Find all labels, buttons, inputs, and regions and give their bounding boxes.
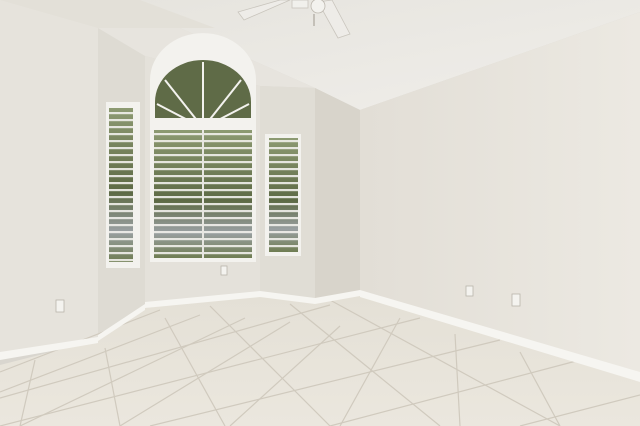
left-wall	[0, 0, 98, 355]
room-scene	[0, 0, 640, 426]
right-side-window	[265, 134, 301, 256]
room-illustration	[0, 0, 640, 426]
left-side-window	[106, 102, 140, 268]
arched-window	[150, 33, 256, 262]
alcove-wall	[315, 88, 360, 300]
